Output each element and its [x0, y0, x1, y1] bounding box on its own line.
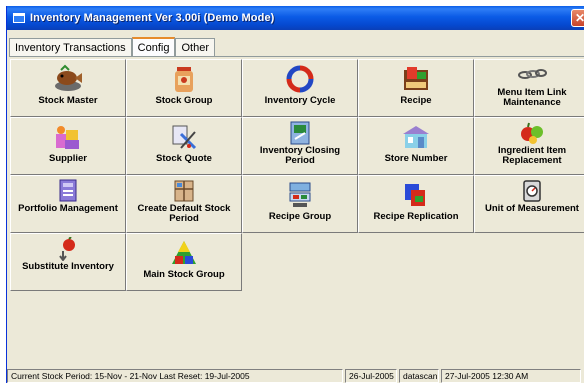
substitute-inventory-button[interactable]: Substitute Inventory — [10, 233, 126, 291]
status-datetime: 27-Jul-2005 12:30 AM — [441, 369, 581, 383]
status-date: 26-Jul-2005 — [345, 369, 397, 383]
status-user: datascan — [399, 369, 439, 383]
window-title: Inventory Management Ver 3.00i (Demo Mod… — [30, 12, 275, 24]
config-button-grid: Stock Master Stock Group Inventory Cycle… — [10, 59, 584, 291]
tab-inventory-transactions[interactable]: Inventory Transactions — [9, 38, 132, 56]
portfolio-icon — [52, 179, 84, 203]
store-building-icon — [400, 121, 432, 153]
tab-panel-border — [9, 56, 584, 57]
fish-tray-icon — [52, 63, 84, 95]
tile-label: Recipe Group — [268, 211, 332, 222]
store-number-button[interactable]: Store Number — [358, 117, 474, 175]
closing-window-icon — [284, 121, 316, 145]
supplier-button[interactable]: Supplier — [10, 117, 126, 175]
triangle-shapes-icon — [168, 237, 200, 269]
tile-label: Stock Group — [155, 95, 213, 106]
tile-label: Menu Item Link Maintenance — [497, 87, 567, 108]
title-bar[interactable]: Inventory Management Ver 3.00i (Demo Mod… — [7, 6, 584, 30]
tile-label: Ingredient Item Replacement — [497, 145, 567, 166]
close-icon: ✕ — [575, 11, 584, 25]
book-flag-icon — [400, 63, 432, 95]
app-icon — [13, 13, 25, 23]
app-window: Inventory Management Ver 3.00i (Demo Mod… — [6, 6, 584, 383]
status-bar: Current Stock Period: 15-Nov - 21-Nov La… — [7, 369, 584, 383]
recipe-group-button[interactable]: Recipe Group — [242, 175, 358, 233]
jar-icon — [168, 63, 200, 95]
tab-bar: Inventory Transactions Config Other — [9, 36, 215, 57]
calendar-box-icon — [168, 179, 200, 203]
cycle-arrows-icon — [284, 63, 316, 95]
create-default-stock-period-button[interactable]: Create Default Stock Period — [126, 175, 242, 233]
tile-label: Inventory Cycle — [264, 95, 336, 106]
quote-tools-icon — [168, 121, 200, 153]
tile-label: Store Number — [384, 153, 448, 164]
close-button[interactable]: ✕ — [571, 9, 584, 27]
replication-icon — [400, 179, 432, 211]
tile-label: Stock Quote — [156, 153, 212, 164]
supplier-boxes-icon — [52, 121, 84, 153]
tab-other[interactable]: Other — [175, 38, 215, 56]
recipe-group-icon — [284, 179, 316, 211]
main-stock-group-button[interactable]: Main Stock Group — [126, 233, 242, 291]
stock-master-button[interactable]: Stock Master — [10, 59, 126, 117]
tile-label: Substitute Inventory — [22, 261, 114, 272]
inventory-cycle-button[interactable]: Inventory Cycle — [242, 59, 358, 117]
portfolio-management-button[interactable]: Portfolio Management — [10, 175, 126, 233]
tile-label: Stock Master — [38, 95, 98, 106]
tile-label: Recipe Replication — [373, 211, 459, 222]
menu-item-link-maintenance-button[interactable]: Menu Item Link Maintenance — [474, 59, 584, 117]
tile-label: Inventory Closing Period — [259, 145, 341, 166]
tile-label: Supplier — [48, 153, 87, 164]
stock-period-status: Current Stock Period: 15-Nov - 21-Nov La… — [7, 369, 343, 383]
tab-config[interactable]: Config — [131, 37, 176, 57]
ingredient-item-replacement-button[interactable]: Ingredient Item Replacement — [474, 117, 584, 175]
stock-quote-button[interactable]: Stock Quote — [126, 117, 242, 175]
recipe-replication-button[interactable]: Recipe Replication — [358, 175, 474, 233]
recipe-button[interactable]: Recipe — [358, 59, 474, 117]
tile-label: Unit of Measurement — [485, 203, 579, 214]
tile-label: Recipe — [400, 95, 432, 106]
chain-link-icon — [516, 63, 548, 87]
tile-label: Main Stock Group — [143, 269, 225, 280]
unit-of-measurement-button[interactable]: Unit of Measurement — [474, 175, 584, 233]
inventory-closing-period-button[interactable]: Inventory Closing Period — [242, 117, 358, 175]
tile-label: Create Default Stock Period — [137, 203, 231, 224]
stock-group-button[interactable]: Stock Group — [126, 59, 242, 117]
fruit-icon — [516, 121, 548, 145]
tile-label: Portfolio Management — [18, 203, 118, 214]
scale-icon — [516, 179, 548, 203]
apple-arrow-icon — [52, 237, 84, 261]
